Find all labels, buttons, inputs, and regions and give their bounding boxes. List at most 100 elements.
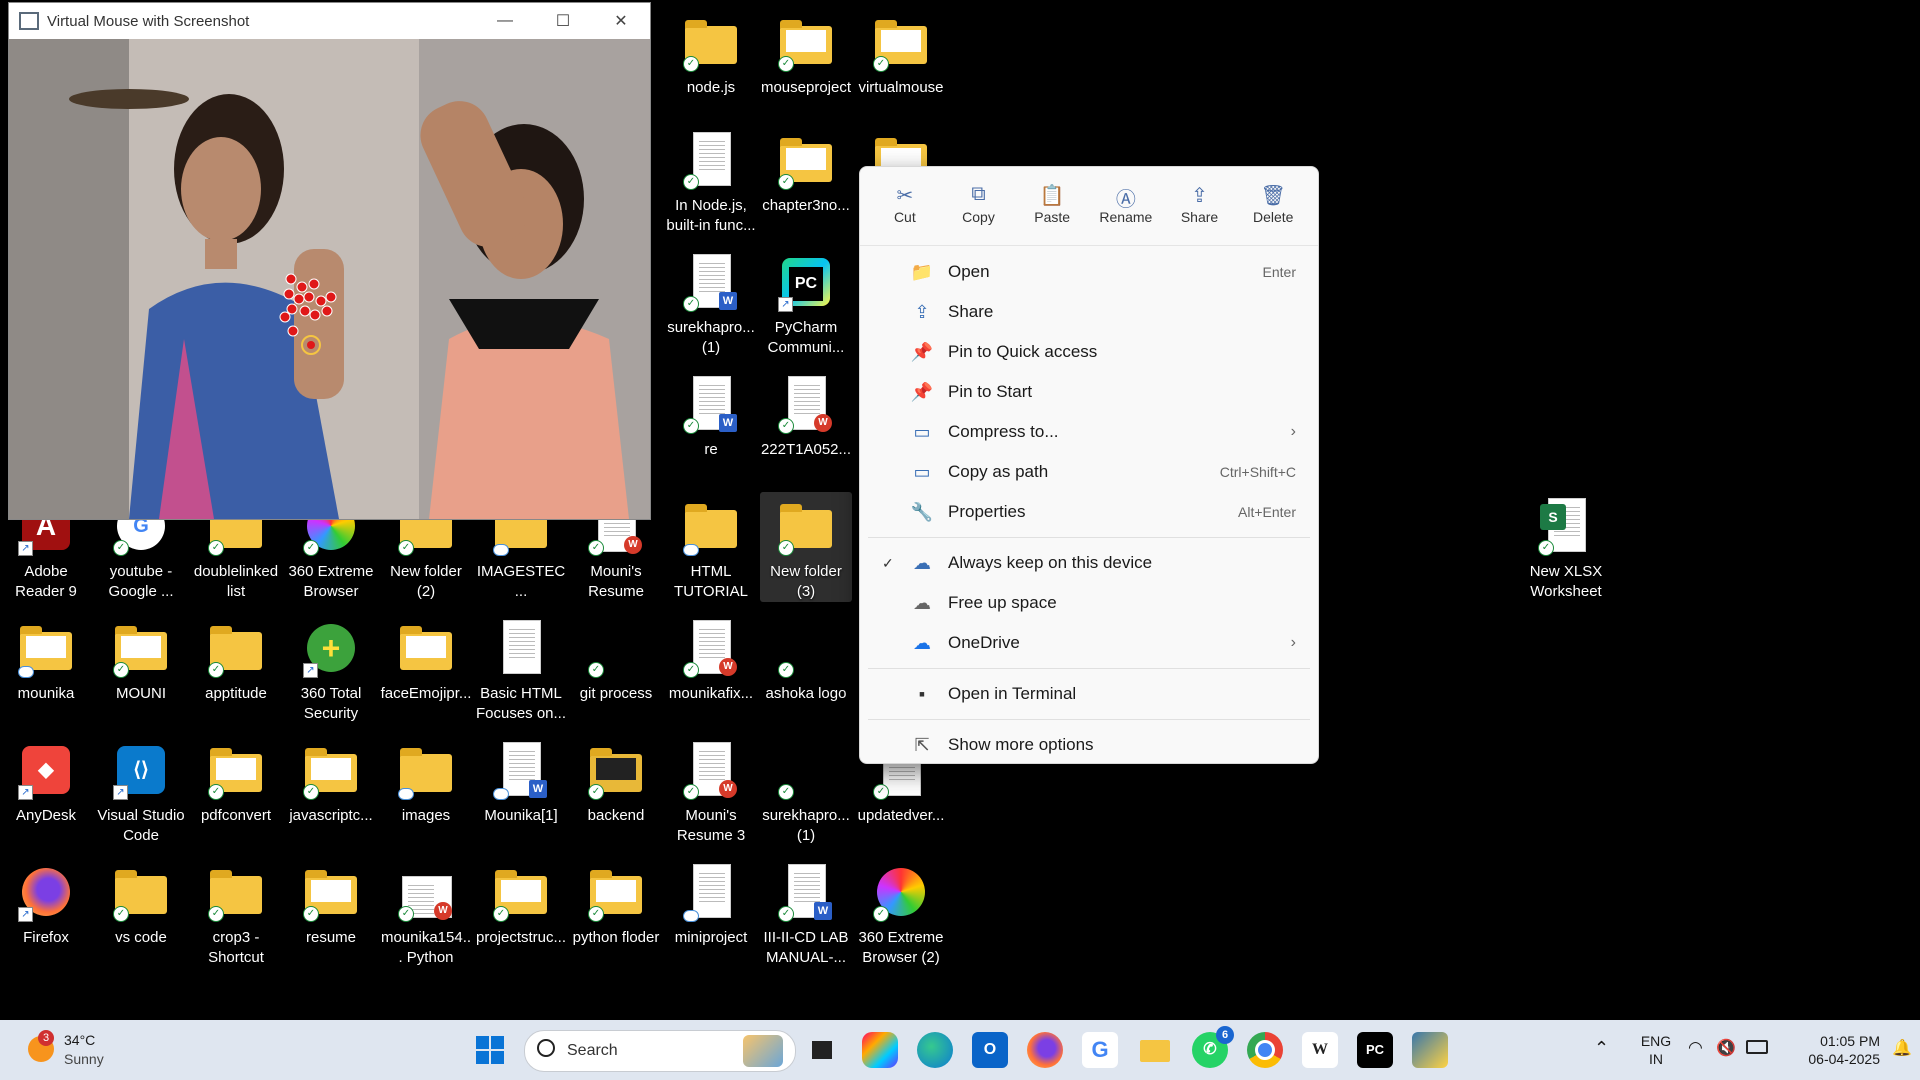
edge-button[interactable] bbox=[917, 1032, 953, 1068]
outlook-button[interactable]: O bbox=[972, 1032, 1008, 1068]
menu-item-pin-to-start[interactable]: 📌 Pin to Start bbox=[860, 372, 1318, 412]
menu-item-properties[interactable]: 🔧 Properties Alt+Enter bbox=[860, 492, 1318, 532]
desktop-icon-python-floder[interactable]: ✓ python floder bbox=[570, 858, 662, 948]
desktop-icon-360-extreme-2[interactable]: ✓ 360 Extreme Browser (2) bbox=[855, 858, 947, 968]
desktop-icon-projectstruc[interactable]: ✓ projectstruc... bbox=[475, 858, 567, 948]
copy-button[interactable]: ⧉ Copy bbox=[942, 173, 1016, 245]
menu-item-onedrive[interactable]: ☁ OneDrive › bbox=[860, 623, 1318, 663]
folder-icon bbox=[396, 618, 456, 678]
folder-icon: ✓ bbox=[206, 740, 266, 800]
chrome-icon-center bbox=[1255, 1040, 1275, 1060]
desktop-icon-resume[interactable]: ✓ resume bbox=[285, 858, 377, 948]
maximize-button[interactable]: ☐ bbox=[534, 11, 592, 31]
desktop-icon-git-process[interactable]: ✓ git process bbox=[570, 614, 662, 704]
desktop-icon-miniproject[interactable]: miniproject bbox=[665, 858, 757, 948]
wifi-icon[interactable]: ◠ bbox=[1688, 1038, 1703, 1058]
desktop-icon-html-tutorial[interactable]: HTML TUTORIAL bbox=[665, 492, 757, 602]
clock-date: 06-04-2025 bbox=[1808, 1051, 1880, 1067]
volume-muted-icon[interactable]: 🔇 bbox=[1716, 1038, 1736, 1058]
window-titlebar[interactable]: Virtual Mouse with Screenshot — ☐ ✕ bbox=[9, 3, 650, 39]
menu-item-copy-as-path[interactable]: ▭ Copy as path Ctrl+Shift+C bbox=[860, 452, 1318, 492]
desktop-icon-vscode[interactable]: ⟨⟩ ↗ Visual Studio Code bbox=[95, 736, 187, 846]
minimize-button[interactable]: — bbox=[476, 12, 534, 30]
desktop-icon-mounika[interactable]: mounika bbox=[0, 614, 92, 704]
menu-item-show-more-options[interactable]: ⇱ Show more options bbox=[860, 725, 1318, 765]
file-explorer-button[interactable] bbox=[1137, 1032, 1173, 1068]
trash-icon: 🗑 bbox=[1260, 185, 1286, 207]
menu-item-compress[interactable]: ▭ Compress to... › bbox=[860, 412, 1318, 452]
taskbar: 3 34°C Sunny Search O G ✆ 6 W PC ⌃ ENG I… bbox=[0, 1020, 1920, 1080]
close-button[interactable]: ✕ bbox=[592, 11, 650, 31]
desktop-icon-images[interactable]: images bbox=[380, 736, 472, 826]
desktop-icon-basic-html[interactable]: Basic HTML Focuses on... bbox=[475, 614, 567, 724]
task-view-button[interactable] bbox=[804, 1032, 840, 1068]
copy-icon: ⧉ bbox=[971, 183, 986, 205]
paste-button[interactable]: 📋 Paste bbox=[1015, 173, 1089, 245]
cut-button[interactable]: ✂ Cut bbox=[868, 173, 942, 245]
chevron-up-icon[interactable]: ⌃ bbox=[1594, 1038, 1609, 1059]
weather-alert-badge: 3 bbox=[38, 1030, 54, 1046]
desktop-icon-in-nodejs[interactable]: ✓ In Node.js, built-in func... bbox=[665, 126, 757, 236]
desktop-icon-new-xlsx[interactable]: S ✓ New XLSX Worksheet bbox=[1520, 492, 1612, 602]
desktop-icon-mounikafix[interactable]: W ✓ mounikafix... bbox=[665, 614, 757, 704]
language-indicator[interactable]: ENG IN bbox=[1636, 1032, 1676, 1068]
desktop-icon-javascriptc[interactable]: ✓ javascriptc... bbox=[285, 736, 377, 826]
desktop-icon-nodejs[interactable]: ✓ node.js bbox=[665, 8, 757, 98]
desktop-icon-ashoka-logo[interactable]: ✓ ashoka logo bbox=[760, 614, 852, 704]
desktop-icon-re[interactable]: W ✓ re bbox=[665, 370, 757, 460]
menu-item-share[interactable]: ⇪ Share bbox=[860, 292, 1318, 332]
desktop-icon-pdfconvert[interactable]: ✓ pdfconvert bbox=[190, 736, 282, 826]
excel-document-icon: S ✓ bbox=[1536, 496, 1596, 556]
camera-window[interactable]: Virtual Mouse with Screenshot — ☐ ✕ bbox=[8, 2, 651, 520]
folder-icon: ✓ bbox=[206, 618, 266, 678]
desktop-icon-anydesk[interactable]: ◆ ↗ AnyDesk bbox=[0, 736, 92, 826]
menu-item-open-terminal[interactable]: ▪ Open in Terminal bbox=[860, 674, 1318, 714]
folder-icon: ✓ bbox=[301, 740, 361, 800]
copilot-button[interactable] bbox=[862, 1032, 898, 1068]
whatsapp-button[interactable]: ✆ 6 bbox=[1192, 1026, 1234, 1068]
battery-icon[interactable] bbox=[1746, 1040, 1768, 1054]
menu-item-pin-quick-access[interactable]: 📌 Pin to Quick access bbox=[860, 332, 1318, 372]
menu-item-always-keep[interactable]: ✓ ☁ Always keep on this device bbox=[860, 543, 1318, 583]
desktop-icon-crop3[interactable]: ✓ crop3 - Shortcut bbox=[190, 858, 282, 968]
google-button[interactable]: G bbox=[1082, 1032, 1118, 1068]
desktop-icon-chapter3[interactable]: ✓ chapter3no... bbox=[760, 126, 852, 216]
desktop-icon-new-folder-3[interactable]: ✓ New folder (3) bbox=[760, 492, 852, 602]
desktop-icon-apptitude[interactable]: ✓ apptitude bbox=[190, 614, 282, 704]
wikipedia-button[interactable]: W bbox=[1302, 1032, 1338, 1068]
clock[interactable]: 01:05 PM 06-04-2025 bbox=[1780, 1032, 1880, 1068]
desktop-icon-360-total-security[interactable]: + ↗ 360 Total Security bbox=[285, 614, 377, 724]
chrome-button[interactable] bbox=[1247, 1032, 1283, 1068]
pycharm-button[interactable]: PC bbox=[1357, 1032, 1393, 1068]
python-app-button[interactable] bbox=[1412, 1032, 1448, 1068]
menu-item-open[interactable]: 📁 Open Enter bbox=[860, 252, 1318, 292]
start-button[interactable] bbox=[472, 1032, 508, 1068]
desktop-icon-mounika1[interactable]: W Mounika[1] bbox=[475, 736, 567, 826]
desktop-icon-surekhapro-2[interactable]: ✓ surekhapro... (1) bbox=[760, 736, 852, 846]
rename-button[interactable]: Ⓐ Rename bbox=[1089, 173, 1163, 245]
delete-button[interactable]: 🗑 Delete bbox=[1236, 173, 1310, 245]
desktop-icon-firefox[interactable]: ↗ Firefox bbox=[0, 858, 92, 948]
desktop-icon-lab-manual[interactable]: W ✓ III-II-CD LAB MANUAL-... bbox=[760, 858, 852, 968]
firefox-button[interactable] bbox=[1027, 1032, 1063, 1068]
notification-bell-icon[interactable]: 🔔 bbox=[1892, 1038, 1912, 1058]
desktop-icon-vs-code-folder[interactable]: ✓ vs code bbox=[95, 858, 187, 948]
menu-item-free-up-space[interactable]: ☁ Free up space bbox=[860, 583, 1318, 623]
desktop-icon-backend[interactable]: ✓ backend bbox=[570, 736, 662, 826]
taskbar-search[interactable]: Search bbox=[524, 1030, 796, 1072]
pdf-document-icon: W ✓ bbox=[681, 740, 741, 800]
desktop-icon-pycharm[interactable]: PC ↗ PyCharm Communi... bbox=[760, 248, 852, 358]
folder-icon: ✓ bbox=[586, 618, 646, 678]
weather-widget[interactable]: 3 34°C Sunny bbox=[24, 1030, 144, 1070]
desktop-icon-surekhapro[interactable]: W ✓ surekhapro... (1) bbox=[665, 248, 757, 358]
desktop-icon-222t1a052[interactable]: W ✓ 222T1A052... bbox=[760, 370, 852, 460]
desktop-icon-mouni[interactable]: ✓ MOUNI bbox=[95, 614, 187, 704]
word-document-icon: W bbox=[491, 740, 551, 800]
desktop-icon-mounis-resume-3[interactable]: W ✓ Mouni's Resume 3 bbox=[665, 736, 757, 846]
folder-icon: ✓ bbox=[111, 618, 171, 678]
desktop-icon-faceemojipr[interactable]: faceEmojipr... bbox=[380, 614, 472, 704]
desktop-icon-mounika154[interactable]: W ✓ mounika154... Python bbox=[380, 858, 472, 968]
desktop-icon-virtualmouse[interactable]: ✓ virtualmouse bbox=[855, 8, 947, 98]
share-button[interactable]: ⇪ Share bbox=[1163, 173, 1237, 245]
desktop-icon-mouseproject[interactable]: ✓ mouseproject bbox=[760, 8, 852, 98]
